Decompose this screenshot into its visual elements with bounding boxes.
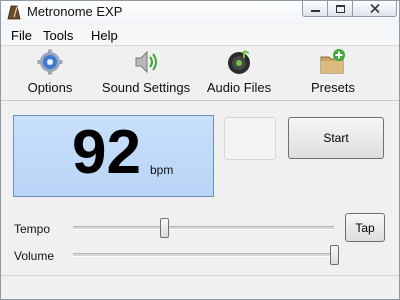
bpm-unit: bpm xyxy=(150,163,174,177)
close-icon xyxy=(369,4,380,13)
folder-add-icon xyxy=(320,49,345,74)
volume-slider-track[interactable] xyxy=(73,253,334,257)
audio-files-button[interactable]: Audio Files xyxy=(203,49,275,97)
options-label: Options xyxy=(27,80,73,95)
speaker-icon xyxy=(135,50,157,74)
title-bar: Metronome EXP xyxy=(1,1,399,25)
tap-button[interactable]: Tap xyxy=(345,213,385,242)
volume-label: Volume xyxy=(14,249,55,263)
options-button[interactable]: Options xyxy=(23,49,77,97)
menu-bar: File Tools Help xyxy=(1,25,399,46)
gear-icon xyxy=(37,49,63,75)
start-button[interactable]: Start xyxy=(288,117,384,159)
beat-indicator xyxy=(224,117,276,160)
maximize-icon xyxy=(335,4,345,13)
bpm-value: 92 xyxy=(72,118,141,187)
metronome-window: Metronome EXP File Tools Help Options So… xyxy=(0,0,400,300)
window-title: Metronome EXP xyxy=(27,4,123,19)
presets-label: Presets xyxy=(310,80,356,95)
presets-button[interactable]: Presets xyxy=(305,49,361,97)
menu-tools[interactable]: Tools xyxy=(43,28,73,43)
minimize-icon xyxy=(310,9,320,12)
maximize-button[interactable] xyxy=(328,1,353,17)
close-button[interactable] xyxy=(353,1,397,17)
main-panel: 92 bpm Start Tempo Tap Volume xyxy=(1,101,399,274)
tempo-slider-thumb[interactable] xyxy=(159,218,169,238)
menu-file[interactable]: File xyxy=(11,28,32,43)
tempo-slider-track[interactable] xyxy=(73,226,334,230)
menu-help[interactable]: Help xyxy=(91,28,118,43)
metronome-icon xyxy=(7,5,21,20)
minimize-button[interactable] xyxy=(302,1,328,17)
audio-files-label: Audio Files xyxy=(206,80,272,95)
sound-settings-label: Sound Settings xyxy=(101,80,191,95)
status-bar xyxy=(1,275,399,299)
volume-slider-thumb[interactable] xyxy=(329,245,339,265)
sound-settings-button[interactable]: Sound Settings xyxy=(99,49,193,97)
tempo-display: 92 bpm xyxy=(13,115,214,197)
music-disc-icon xyxy=(228,50,250,74)
tempo-label: Tempo xyxy=(14,222,51,236)
caption-buttons xyxy=(302,1,397,19)
toolbar: Options Sound Settings Audio Files Prese… xyxy=(1,46,399,101)
